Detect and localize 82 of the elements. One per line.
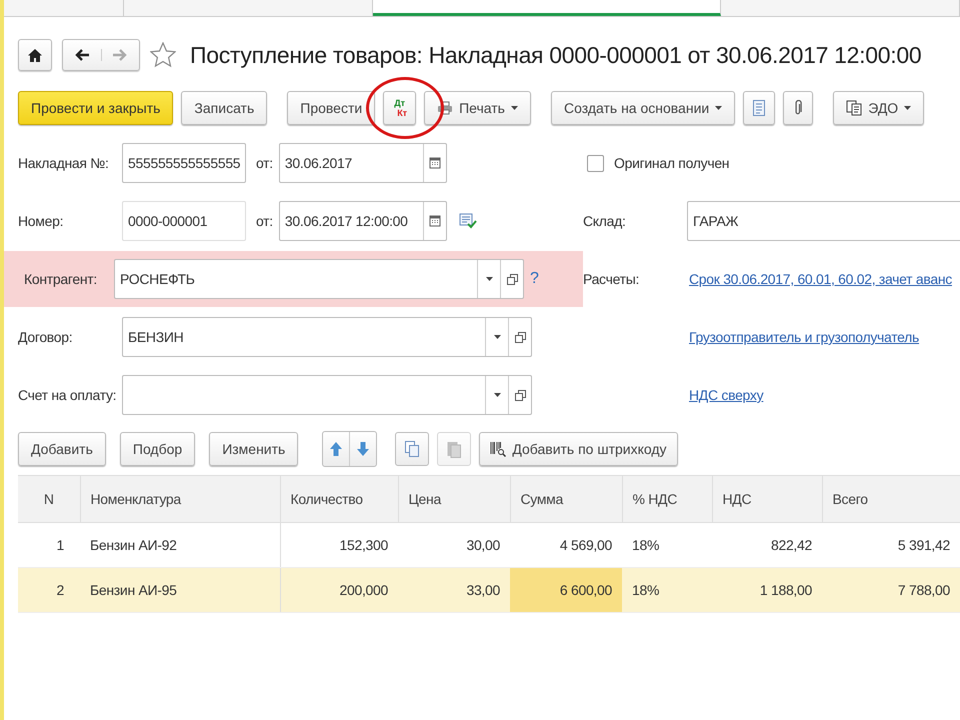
home-icon <box>28 48 42 62</box>
post-and-close-button[interactable]: Провести и закрыть <box>18 91 174 125</box>
datetime-field[interactable]: 30.06.2017 12:00:00 <box>278 201 447 241</box>
column-header[interactable]: N <box>18 476 80 522</box>
column-header[interactable]: Номенклатура <box>80 476 280 522</box>
column-header[interactable]: Сумма <box>510 476 622 522</box>
caret-icon <box>904 106 912 110</box>
column-header[interactable]: Цена <box>398 476 510 522</box>
back-arrow-icon <box>74 49 89 61</box>
toolbar-button[interactable]: Записать <box>181 91 268 125</box>
field-label: Расчеты: <box>583 271 640 287</box>
star-icon[interactable] <box>150 42 176 68</box>
open-form-icon[interactable] <box>514 390 526 400</box>
barcode-icon <box>490 441 506 457</box>
document-icon <box>753 100 766 116</box>
arrow-down-icon <box>357 442 370 456</box>
field-label: Накладная №: <box>18 155 110 171</box>
table-cell: 1 188,00 <box>712 568 822 612</box>
vat-link[interactable]: НДС сверху <box>689 387 764 403</box>
table-cell: 7 788,00 <box>822 568 960 612</box>
print-button[interactable]: Печать <box>424 91 531 125</box>
field-label: Счет на оплату: <box>18 387 116 403</box>
caret-icon <box>715 106 722 110</box>
table-cell: 200,000 <box>280 568 398 612</box>
caret-icon <box>486 277 492 281</box>
field-label: Склад: <box>583 213 627 229</box>
forward-arrow-icon <box>113 49 128 61</box>
field-label: от: <box>256 155 273 171</box>
arrow-up-icon <box>330 442 342 456</box>
printer-icon <box>437 101 454 115</box>
open-form-icon[interactable] <box>506 274 518 284</box>
column-header[interactable]: Всего <box>822 476 960 522</box>
paperclip-icon <box>794 100 802 116</box>
caret-icon <box>494 335 500 339</box>
calendar-icon[interactable] <box>428 157 441 169</box>
column-header[interactable]: Количество <box>280 476 398 522</box>
table-cell: 6 600,00 <box>510 568 622 612</box>
window-tab[interactable] <box>372 0 721 16</box>
checkbox[interactable] <box>587 154 604 172</box>
calendar-icon[interactable] <box>428 215 441 227</box>
table-toolbar-button[interactable]: Подбор <box>120 432 196 466</box>
warehouse-field[interactable]: ГАРАЖ <box>687 201 960 241</box>
document-check-icon[interactable] <box>458 213 477 229</box>
create-based-on-button[interactable]: Создать на основании <box>550 91 736 125</box>
table-cell: 33,00 <box>398 568 510 612</box>
field-label: Номер: <box>18 213 64 229</box>
table-toolbar-button[interactable]: Изменить <box>209 432 298 466</box>
copy-button[interactable] <box>395 432 430 466</box>
add-by-barcode-button[interactable]: Добавить по штрихкоду <box>479 432 678 466</box>
payment-invoice-field[interactable] <box>122 375 532 415</box>
invoice-number-field[interactable]: 555555555555555 <box>122 143 246 183</box>
report-button[interactable] <box>743 91 776 125</box>
shipper-link[interactable]: Грузоотправитель и грузополучатель <box>689 329 920 345</box>
paste-button[interactable] <box>437 432 472 466</box>
field-label: Контрагент: <box>23 271 98 287</box>
number-field[interactable]: 0000-000001 <box>122 201 246 241</box>
debit-credit-button[interactable]: Дт Кт <box>383 91 416 125</box>
help-link[interactable]: ? <box>530 270 539 288</box>
checkbox-label: Оригинал получен <box>614 155 730 171</box>
document-exchange-icon <box>846 100 862 116</box>
table-cell: 18% <box>622 568 712 612</box>
table-cell: Бензин АИ-95 <box>80 568 280 612</box>
counterparty-field[interactable]: РОСНЕФТЬ <box>114 259 524 299</box>
toolbar-button[interactable]: Провести <box>287 91 376 125</box>
caret-icon <box>510 106 518 110</box>
date-field[interactable]: 30.06.2017 <box>278 143 447 183</box>
caret-icon <box>494 393 500 397</box>
clipboard-icon <box>447 440 462 458</box>
column-header[interactable]: НДС <box>712 476 822 522</box>
column-header[interactable]: % НДС <box>622 476 712 522</box>
field-label: Договор: <box>18 329 74 345</box>
table-cell: 2 <box>18 568 80 612</box>
field-label: от: <box>256 213 273 229</box>
copy-icon <box>405 441 420 457</box>
window-title: Поступление товаров: Накладная 0000-000001 от 30.06.2017 12:00:00 <box>190 42 922 68</box>
table-toolbar-button[interactable]: Добавить <box>18 432 106 466</box>
edo-button[interactable]: ЭДО <box>833 91 924 125</box>
contract-field[interactable]: БЕНЗИН <box>122 317 532 357</box>
open-form-icon[interactable] <box>514 332 526 342</box>
home-button[interactable] <box>18 39 52 71</box>
settlements-link[interactable]: Срок 30.06.2017, 60.01, 60.02, зачет аванс <box>689 271 952 287</box>
attach-button[interactable] <box>783 91 814 125</box>
